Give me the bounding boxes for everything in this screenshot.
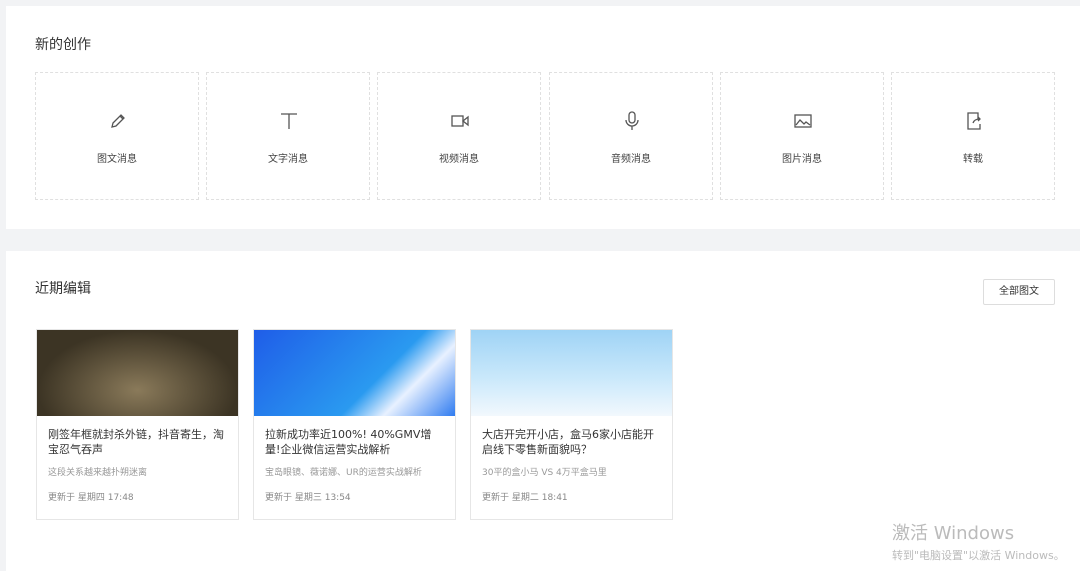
create-repost[interactable]: 转载 [891, 72, 1055, 200]
text-icon [281, 113, 297, 129]
create-video-message[interactable]: 视频消息 [377, 72, 541, 200]
new-creation-panel: 新的创作 图文消息 文字消息 视频消息 音频消息 图片消息 转载 [6, 6, 1080, 229]
create-text-message[interactable]: 文字消息 [206, 72, 370, 200]
article-title: 大店开完开小店，盒马6家小店能开启线下零售新面貌吗？ [482, 428, 654, 456]
section-title: 近期编辑 [35, 281, 91, 297]
tile-label: 视频消息 [439, 154, 479, 165]
tile-label: 音频消息 [611, 154, 651, 165]
watermark-title: 激活 Windows [892, 523, 1015, 544]
pencil-icon [111, 114, 125, 128]
video-icon [451, 115, 469, 127]
article-thumbnail [254, 330, 455, 416]
windows-activation-watermark: 激活 Windows 转到"电脑设置"以激活 Windows。 [892, 519, 1065, 563]
article-title: 拉新成功率近100%! 40%GMV增量!企业微信运营实战解析 [265, 428, 432, 456]
all-articles-button[interactable]: 全部图文 [983, 279, 1055, 305]
watermark-subtitle: 转到"电脑设置"以激活 Windows。 [892, 549, 1065, 562]
article-card[interactable]: 大店开完开小店，盒马6家小店能开启线下零售新面貌吗？ 30平的盒小马 VS 4万… [470, 329, 673, 520]
tile-label: 文字消息 [268, 154, 308, 165]
tile-label: 图片消息 [782, 154, 822, 165]
article-card[interactable]: 刚签年框就封杀外链，抖音寄生，淘宝忍气吞声 这段关系越来越扑朔迷离 更新于 星期… [36, 329, 239, 520]
article-updated: 更新于 星期三 13:54 [265, 493, 351, 503]
article-summary: 30平的盒小马 VS 4万平盒马里 [482, 468, 607, 478]
article-thumbnail [37, 330, 238, 416]
article-summary: 这段关系越来越扑朔迷离 [48, 468, 148, 478]
section-title: 新的创作 [35, 37, 91, 53]
create-audio-message[interactable]: 音频消息 [549, 72, 713, 200]
share-icon [967, 112, 981, 130]
article-title: 刚签年框就封杀外链，抖音寄生，淘宝忍气吞声 [48, 428, 224, 456]
article-updated: 更新于 星期四 17:48 [48, 493, 134, 503]
image-icon [794, 114, 812, 128]
article-thumbnail [471, 330, 672, 416]
tile-label: 图文消息 [97, 154, 137, 165]
microphone-icon [625, 111, 639, 130]
tile-label: 转载 [963, 154, 983, 165]
article-updated: 更新于 星期二 18:41 [482, 493, 568, 503]
create-rich-message[interactable]: 图文消息 [35, 72, 199, 200]
article-summary: 宝岛眼镜、薇诺娜、UR的运营实战解析 [265, 468, 422, 478]
article-card[interactable]: 拉新成功率近100%! 40%GMV增量!企业微信运营实战解析 宝岛眼镜、薇诺娜… [253, 329, 456, 520]
create-image-message[interactable]: 图片消息 [720, 72, 884, 200]
